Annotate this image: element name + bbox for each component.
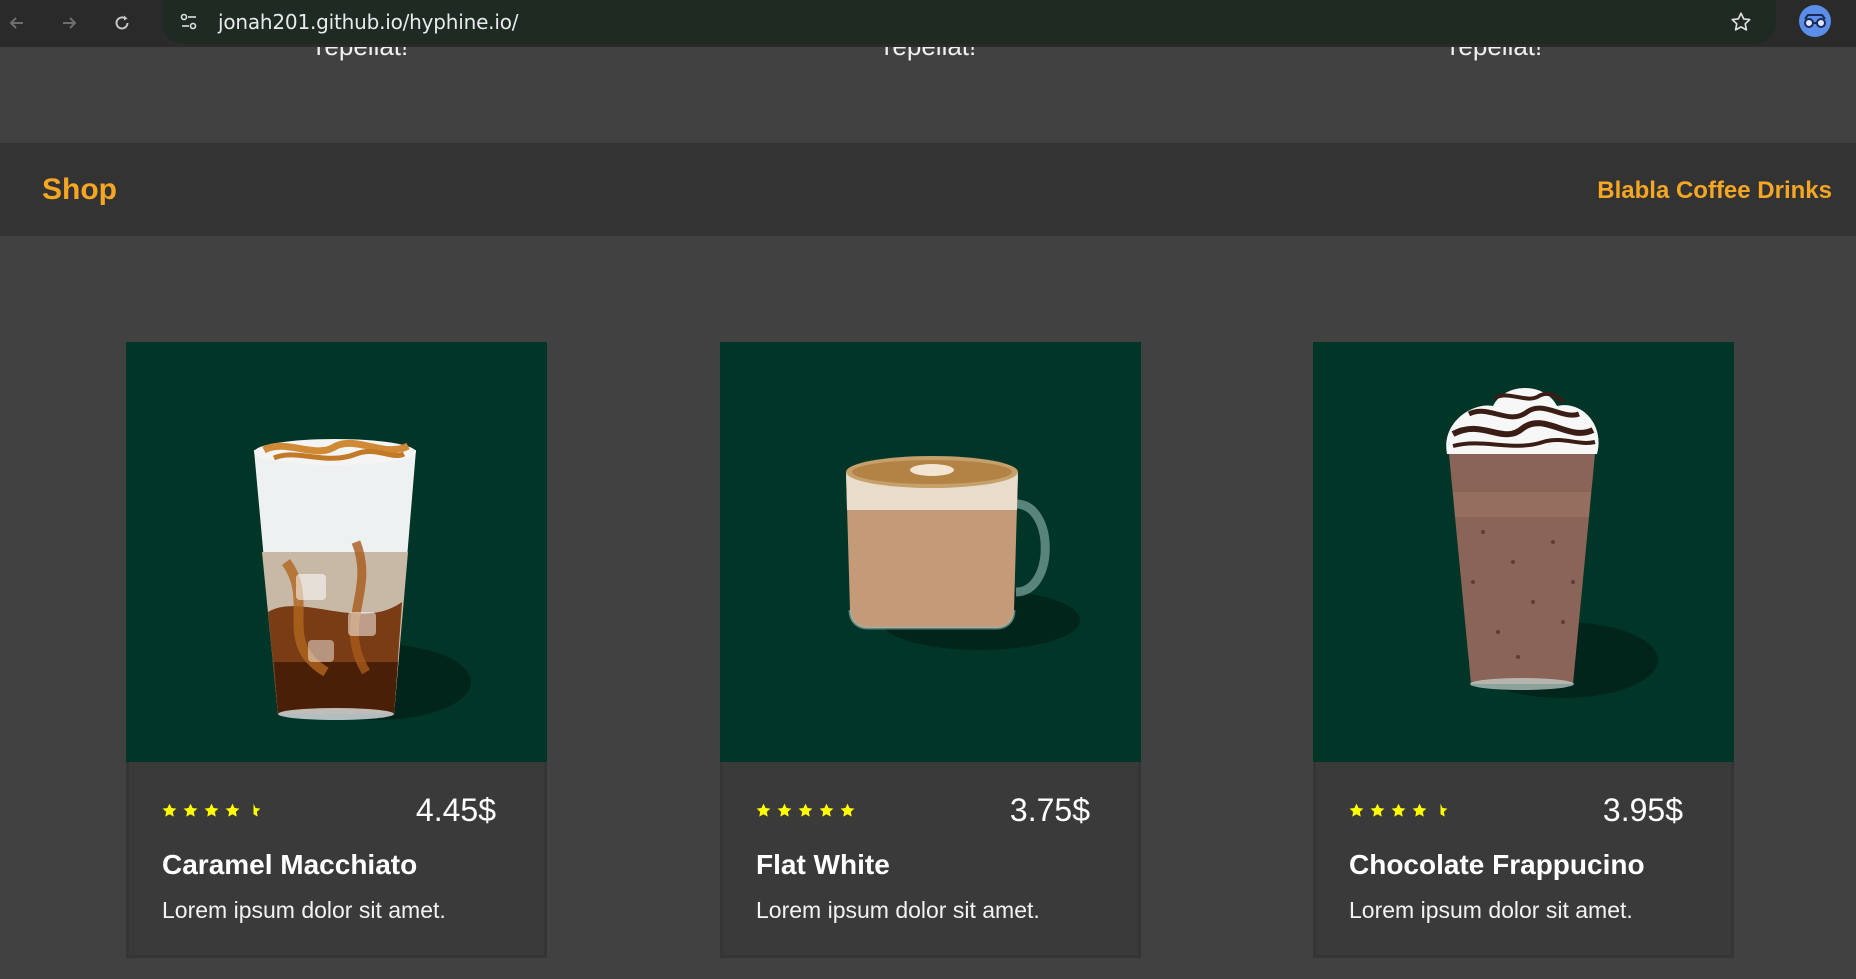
star-full-icon <box>1370 803 1385 817</box>
product-info: 4.45$ Caramel Macchiato Lorem ipsum dolo… <box>126 762 547 958</box>
site-settings-icon[interactable] <box>176 9 202 35</box>
address-bar[interactable]: jonah201.github.io/hyphine.io/ <box>162 0 1776 44</box>
chocolate-frappuccino-image <box>1313 342 1734 762</box>
product-card[interactable]: 3.95$ Chocolate Frappucino Lorem ipsum d… <box>1313 342 1734 958</box>
shop-header: Shop Blabla Coffee Drinks <box>0 143 1856 236</box>
star-full-icon <box>183 803 198 817</box>
product-description: Lorem ipsum dolor sit amet. <box>162 897 446 923</box>
product-info: 3.75$ Flat White Lorem ipsum dolor sit a… <box>720 762 1141 958</box>
product-price: 3.95$ <box>1602 792 1683 828</box>
star-half-icon <box>253 803 261 817</box>
shop-title: Shop <box>42 173 117 206</box>
product-description: Lorem ipsum dolor sit amet. <box>756 897 1040 923</box>
product-info: 3.95$ Chocolate Frappucino Lorem ipsum d… <box>1313 762 1734 958</box>
cut-off-text: repellat! <box>1346 47 1646 62</box>
star-full-icon <box>756 803 771 817</box>
bookmark-star-icon[interactable] <box>1728 9 1754 35</box>
star-full-icon <box>819 803 834 817</box>
product-card[interactable]: 3.75$ Flat White Lorem ipsum dolor sit a… <box>720 342 1141 958</box>
product-description: Lorem ipsum dolor sit amet. <box>1349 897 1633 923</box>
star-full-icon <box>798 803 813 817</box>
star-full-icon <box>777 803 792 817</box>
flat-white-image <box>720 342 1141 762</box>
star-full-icon <box>225 803 240 817</box>
incognito-glasses-icon <box>1804 14 1826 28</box>
iced-caramel-macchiato-image <box>126 342 547 762</box>
previous-section: repellat! repellat! repellat! <box>0 47 1856 143</box>
shop-subtitle: Blabla Coffee Drinks <box>1597 177 1832 204</box>
star-full-icon <box>840 803 855 817</box>
product-price: 4.45$ <box>415 792 496 828</box>
cut-off-text: repellat! <box>780 47 1080 62</box>
url-text[interactable]: jonah201.github.io/hyphine.io/ <box>218 10 518 34</box>
browser-toolbar: jonah201.github.io/hyphine.io/ <box>0 0 1856 47</box>
arrow-left-icon <box>9 17 23 29</box>
reload-button[interactable] <box>105 6 139 40</box>
star-full-icon <box>1349 803 1364 817</box>
rating-stars <box>162 803 261 818</box>
cut-off-text: repellat! <box>212 47 512 62</box>
product-card[interactable]: 4.45$ Caramel Macchiato Lorem ipsum dolo… <box>126 342 547 958</box>
forward-button[interactable] <box>52 6 86 40</box>
rating-stars <box>756 803 855 818</box>
product-name: Flat White <box>756 849 890 880</box>
star-full-icon <box>1412 803 1427 817</box>
back-button[interactable] <box>0 6 34 40</box>
profile-avatar[interactable] <box>1799 5 1831 37</box>
star-full-icon <box>1391 803 1406 817</box>
product-price: 3.75$ <box>1009 792 1090 828</box>
product-name: Chocolate Frappucino <box>1349 849 1645 880</box>
star-full-icon <box>204 803 219 817</box>
arrow-right-icon <box>63 17 77 29</box>
reload-icon <box>115 15 129 30</box>
rating-stars <box>1349 803 1448 818</box>
star-half-icon <box>1440 803 1448 817</box>
product-name: Caramel Macchiato <box>162 849 418 880</box>
star-full-icon <box>162 803 177 817</box>
